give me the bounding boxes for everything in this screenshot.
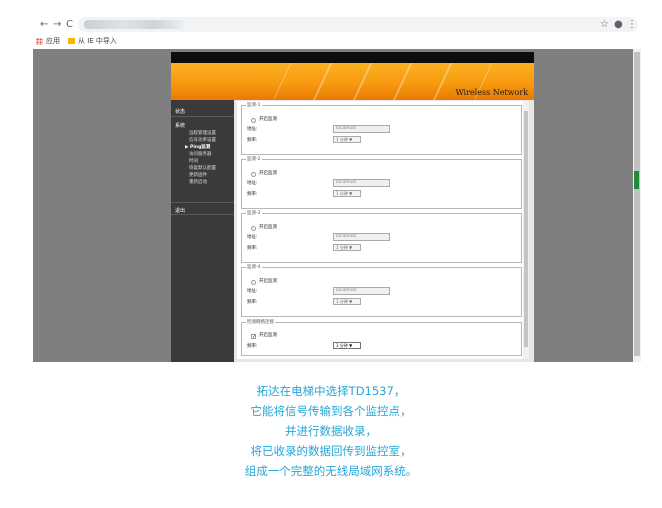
scroll-marker bbox=[634, 171, 639, 189]
brand-title: Wireless Network bbox=[455, 88, 528, 97]
group-legend: 监测-4 bbox=[246, 264, 262, 271]
menu-icon[interactable]: ⋮ bbox=[627, 19, 637, 31]
panel-scrollbar-thumb[interactable] bbox=[524, 111, 528, 347]
brand-banner: Wireless Network bbox=[171, 63, 534, 100]
group-legend: 监测-3 bbox=[246, 210, 262, 217]
main-panel: 监测-1 开启监测 地址: localhost 频率: 1 分钟 ▼ 监测-2 … bbox=[237, 101, 529, 359]
frequency-label: 频率: bbox=[247, 192, 258, 197]
page-scrollbar-thumb[interactable] bbox=[634, 52, 640, 356]
enable-radio[interactable] bbox=[251, 117, 256, 123]
bookmark-star-icon[interactable]: ☆ bbox=[600, 19, 609, 31]
folder-icon bbox=[68, 38, 75, 44]
sidebar-item-reboot[interactable]: 重新启动 bbox=[189, 180, 207, 186]
bookmark-label: 从 IE 中导入 bbox=[78, 37, 117, 45]
network-detect-group: 检测网络连接 ✓ 开启监测 频率: 3 分钟 ▼ bbox=[241, 319, 522, 356]
enable-option[interactable]: 开启监测 bbox=[251, 279, 277, 285]
frequency-select[interactable]: 1 分钟 ▼ bbox=[333, 190, 361, 197]
page-viewport: Wireless Network 状态 系统 远程管理设置 信号功率设置 ▶ P… bbox=[33, 49, 641, 362]
enable-label: 开启监测 bbox=[259, 225, 277, 230]
caption-line: 拓达在电梯中选择TD1537， bbox=[256, 384, 406, 398]
enable-option[interactable]: ✓ 开启监测 bbox=[251, 333, 277, 339]
bookmarks-bar: 应用 从 IE 中导入 bbox=[36, 36, 117, 46]
sidebar-item-remote-mgmt[interactable]: 远程管理设置 bbox=[189, 131, 216, 137]
frequency-label: 频率: bbox=[247, 344, 258, 349]
enable-option[interactable]: 开启监测 bbox=[251, 117, 277, 123]
blurred-url bbox=[84, 20, 184, 29]
address-label: 地址: bbox=[247, 127, 258, 132]
bookmark-label: 应用 bbox=[46, 37, 60, 45]
caption-line: 组成一个完整的无线局域网系统。 bbox=[244, 464, 418, 478]
sidebar-item-update-firmware[interactable]: 更新固件 bbox=[189, 173, 207, 179]
reload-icon[interactable]: C bbox=[66, 19, 73, 31]
apps-icon bbox=[36, 37, 43, 45]
page-scrollbar[interactable] bbox=[633, 49, 641, 362]
top-bar bbox=[171, 52, 534, 63]
account-icon[interactable]: ● bbox=[614, 19, 623, 31]
frequency-label: 频率: bbox=[247, 300, 258, 305]
caption-line: 它能将信号传输到各个监控点， bbox=[250, 404, 412, 418]
address-input[interactable]: localhost bbox=[333, 125, 390, 133]
enable-radio[interactable] bbox=[251, 171, 256, 177]
enable-option[interactable]: 开启监测 bbox=[251, 225, 277, 231]
enable-checkbox[interactable]: ✓ bbox=[251, 333, 256, 339]
address-label: 地址: bbox=[247, 235, 258, 240]
frequency-select[interactable]: 1 分钟 ▼ bbox=[333, 136, 361, 143]
sidebar-nav: 状态 系统 远程管理设置 信号功率设置 ▶ Ping监测 访问服务器 时间 恢复… bbox=[171, 100, 234, 362]
bookmark-apps[interactable]: 应用 bbox=[36, 36, 60, 46]
monitor-group-4: 监测-4 开启监测 地址: localhost 频率: 1 分钟 ▼ bbox=[241, 264, 522, 317]
enable-radio[interactable] bbox=[251, 279, 256, 285]
monitor-group-3: 监测-3 开启监测 地址: localhost 频率: 1 分钟 ▼ bbox=[241, 210, 522, 263]
address-input[interactable]: localhost bbox=[333, 233, 390, 241]
sidebar-item-status[interactable]: 状态 bbox=[171, 104, 234, 117]
address-label: 地址: bbox=[247, 289, 258, 294]
enable-option[interactable]: 开启监测 bbox=[251, 171, 277, 177]
caption-text: 拓达在电梯中选择TD1537， 它能将信号传输到各个监控点， 并进行数据收录， … bbox=[0, 381, 662, 481]
sidebar-item-ping-monitor[interactable]: ▶ Ping监测 bbox=[185, 145, 210, 151]
group-legend: 监测-1 bbox=[246, 102, 262, 109]
address-input[interactable]: localhost bbox=[333, 179, 390, 187]
sidebar-item-access-server[interactable]: 访问服务器 bbox=[189, 152, 212, 158]
frequency-select[interactable]: 3 分钟 ▼ bbox=[333, 342, 361, 349]
sidebar-item-label: Ping监测 bbox=[190, 145, 211, 150]
address-label: 地址: bbox=[247, 181, 258, 186]
caption-line: 将已收录的数据回传到监控室， bbox=[250, 444, 412, 458]
browser-chrome: ← → C ☆ ● ⋮ 应用 从 IE 中导入 bbox=[0, 0, 662, 49]
enable-label: 开启监测 bbox=[259, 279, 277, 284]
sidebar-item-system[interactable]: 系统 bbox=[171, 118, 234, 131]
sidebar-item-logout[interactable]: 退出 bbox=[171, 202, 234, 215]
frequency-select[interactable]: 1 分钟 ▼ bbox=[333, 298, 361, 305]
sidebar-item-signal-power[interactable]: 信号功率设置 bbox=[189, 138, 216, 144]
panel-scrollbar[interactable] bbox=[523, 101, 529, 359]
address-bar[interactable] bbox=[78, 17, 638, 32]
frequency-label: 频率: bbox=[247, 246, 258, 251]
monitor-group-2: 监测-2 开启监测 地址: localhost 频率: 1 分钟 ▼ bbox=[241, 156, 522, 209]
sidebar-item-restore-default[interactable]: 恢复默认配置 bbox=[189, 166, 216, 172]
frequency-select[interactable]: 1 分钟 ▼ bbox=[333, 244, 361, 251]
enable-label: 开启监测 bbox=[259, 117, 277, 122]
sidebar-item-time[interactable]: 时间 bbox=[189, 159, 198, 165]
enable-radio[interactable] bbox=[251, 225, 256, 231]
address-input[interactable]: localhost bbox=[333, 287, 390, 295]
forward-icon[interactable]: → bbox=[53, 19, 61, 31]
frequency-label: 频率: bbox=[247, 138, 258, 143]
group-legend: 检测网络连接 bbox=[246, 319, 275, 326]
router-admin-page: Wireless Network 状态 系统 远程管理设置 信号功率设置 ▶ P… bbox=[171, 52, 534, 362]
enable-label: 开启监测 bbox=[259, 333, 277, 338]
monitor-group-1: 监测-1 开启监测 地址: localhost 频率: 1 分钟 ▼ bbox=[241, 102, 522, 155]
caption-line: 并进行数据收录， bbox=[285, 424, 377, 438]
enable-label: 开启监测 bbox=[259, 171, 277, 176]
bookmark-import-ie[interactable]: 从 IE 中导入 bbox=[68, 36, 117, 46]
group-legend: 监测-2 bbox=[246, 156, 262, 163]
back-icon[interactable]: ← bbox=[40, 19, 48, 31]
